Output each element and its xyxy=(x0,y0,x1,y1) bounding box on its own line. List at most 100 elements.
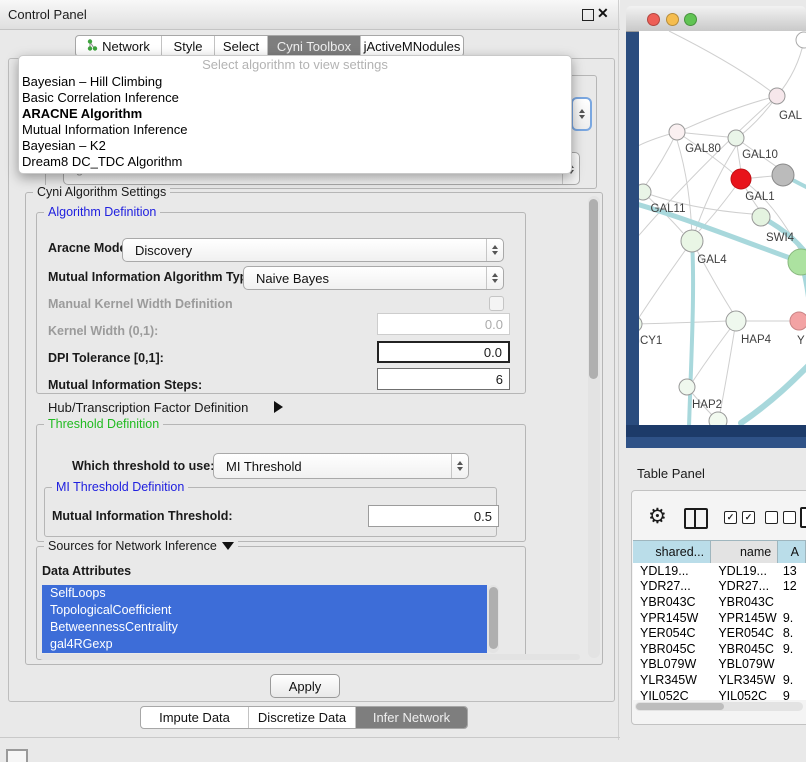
settings-scrollbar-thumb[interactable] xyxy=(589,199,598,379)
minimized-panel-icon[interactable] xyxy=(6,749,28,762)
network-edge-highlighted xyxy=(741,361,806,423)
network-node[interactable] xyxy=(726,311,746,331)
network-node[interactable] xyxy=(679,379,695,395)
network-window-titlebar[interactable] xyxy=(626,6,806,32)
algorithm-option[interactable]: Bayesian – K2 xyxy=(19,138,571,154)
network-node[interactable] xyxy=(639,184,651,200)
gear-icon[interactable]: ⚙ xyxy=(648,506,667,527)
apply-button[interactable]: Apply xyxy=(270,674,340,698)
network-node[interactable] xyxy=(790,312,806,330)
network-node[interactable] xyxy=(669,124,685,140)
tab-style[interactable]: Style xyxy=(162,36,215,56)
network-edge xyxy=(685,96,777,129)
table-cell: YDL19... xyxy=(710,564,779,578)
network-node[interactable] xyxy=(728,130,744,146)
algorithm-option[interactable]: Mutual Information Inference xyxy=(19,122,571,138)
dpi-tolerance-field[interactable]: 0.0 xyxy=(377,341,510,363)
table-cell: YBL079W xyxy=(710,657,779,671)
table-row[interactable]: YIL052CYIL052C9 xyxy=(633,688,806,700)
column-selector-icon[interactable] xyxy=(684,508,708,529)
float-window-icon[interactable] xyxy=(582,9,594,21)
minimize-traffic-light-icon[interactable] xyxy=(666,13,679,26)
network-node[interactable] xyxy=(769,88,785,104)
kernel-width-field[interactable]: 0.0 xyxy=(377,313,510,335)
attr-list-scrollbar-thumb[interactable] xyxy=(489,587,498,649)
combo-spinner-icon xyxy=(486,239,503,261)
manual-kernel-width-checkbox[interactable] xyxy=(489,296,504,311)
expand-arrow-icon[interactable] xyxy=(274,401,283,413)
unchecked-boxes-icon[interactable] xyxy=(765,511,796,524)
table-row[interactable]: YER054CYER054C8. xyxy=(633,625,806,641)
mi-steps-label: Mutual Information Steps: xyxy=(48,378,202,392)
collapse-arrow-icon[interactable] xyxy=(222,542,234,550)
algorithm-option[interactable]: Basic Correlation Inference xyxy=(19,90,571,106)
table-cell: YIL052C xyxy=(710,689,779,700)
column-header-shared-[interactable]: shared... xyxy=(633,541,711,563)
mi-algorithm-type-combo[interactable]: Naive Bayes xyxy=(243,266,504,290)
attr-list-hscrollbar[interactable] xyxy=(40,654,580,660)
network-edge xyxy=(639,321,728,324)
network-edge xyxy=(693,321,736,381)
file-icon[interactable] xyxy=(800,507,806,528)
data-attributes-list[interactable]: SelfLoopsTopologicalCoefficientBetweenne… xyxy=(42,585,487,653)
network-node[interactable] xyxy=(796,32,806,48)
aracne-mode-label: Aracne Mode: xyxy=(48,241,131,255)
network-node-label: GCY1 xyxy=(639,335,662,347)
combo-spinner-icon xyxy=(451,454,468,478)
table-row[interactable]: YDL19...YDL19...13 xyxy=(633,563,806,579)
dpi-tolerance-label: DPI Tolerance [0,1]: xyxy=(48,351,164,365)
data-attributes-label: Data Attributes xyxy=(42,564,131,578)
table-row[interactable]: YBL079WYBL079W xyxy=(633,657,806,673)
network-icon xyxy=(87,39,98,54)
network-node[interactable] xyxy=(731,169,751,189)
combo-spinner-icon xyxy=(486,267,503,289)
zoom-traffic-light-icon[interactable] xyxy=(684,13,697,26)
column-header-a[interactable]: A xyxy=(778,541,806,563)
table-cell: YER054C xyxy=(710,626,779,640)
tab-jactivemnodules[interactable]: jActiveMNodules xyxy=(361,36,463,56)
tab-network[interactable]: Network xyxy=(76,36,162,56)
table-row[interactable]: YPR145WYPR145W9. xyxy=(633,610,806,626)
table-cell: YPR145W xyxy=(633,611,710,625)
table-cell: YBL079W xyxy=(633,657,710,671)
table-cell: 8. xyxy=(779,626,806,640)
aracne-mode-combo[interactable]: Discovery xyxy=(122,238,504,262)
control-panel-tabs: NetworkStyleSelectCyni ToolboxjActiveMNo… xyxy=(75,35,464,57)
network-node[interactable] xyxy=(772,164,794,186)
network-node[interactable] xyxy=(681,230,703,252)
tab-impute-data[interactable]: Impute Data xyxy=(141,707,249,728)
column-header-name[interactable]: name xyxy=(711,541,778,563)
data-attribute-item[interactable]: gal4RGexp xyxy=(42,636,487,653)
table-cell: 9. xyxy=(779,642,806,656)
checked-boxes-icon[interactable]: ✓✓ xyxy=(724,511,755,524)
tab-discretize-data[interactable]: Discretize Data xyxy=(249,707,356,728)
mi-steps-field[interactable]: 6 xyxy=(377,368,510,390)
algorithm-option[interactable]: Dream8 DC_TDC Algorithm xyxy=(19,154,571,170)
algorithm-option[interactable]: Bayesian – Hill Climbing xyxy=(19,74,571,90)
tab-cyni-toolbox[interactable]: Cyni Toolbox xyxy=(268,36,361,56)
close-traffic-light-icon[interactable] xyxy=(647,13,660,26)
algorithm-combo-spinner[interactable] xyxy=(571,97,592,131)
network-node[interactable] xyxy=(752,208,770,226)
algorithm-option[interactable]: ARACNE Algorithm xyxy=(19,106,571,122)
mi-threshold-field[interactable]: 0.5 xyxy=(368,505,499,527)
tab-select[interactable]: Select xyxy=(215,36,268,56)
data-attribute-item[interactable]: SelfLoops xyxy=(42,585,487,602)
data-attribute-item[interactable]: BetweennessCentrality xyxy=(42,619,487,636)
table-row[interactable]: YDR27...YDR27...12 xyxy=(633,579,806,595)
table-row[interactable]: YBR045CYBR045C9. xyxy=(633,641,806,657)
network-node[interactable] xyxy=(709,412,727,425)
mi-threshold-group-title: MI Threshold Definition xyxy=(52,480,188,494)
close-icon[interactable]: ✕ xyxy=(597,5,609,22)
which-threshold-combo[interactable]: MI Threshold xyxy=(213,453,469,479)
tab-infer-network[interactable]: Infer Network xyxy=(356,707,467,728)
table-hscrollbar-thumb[interactable] xyxy=(636,703,724,710)
table-cell: YBR043C xyxy=(710,595,779,609)
network-node[interactable] xyxy=(788,249,806,275)
table-row[interactable]: YBR043CYBR043C xyxy=(633,594,806,610)
table-row[interactable]: YLR345WYLR345W9. xyxy=(633,672,806,688)
hub-definition-label[interactable]: Hub/Transcription Factor Definition xyxy=(48,400,248,415)
network-node[interactable] xyxy=(639,316,642,332)
data-attribute-item[interactable]: TopologicalCoefficient xyxy=(42,602,487,619)
network-edge xyxy=(669,31,777,96)
